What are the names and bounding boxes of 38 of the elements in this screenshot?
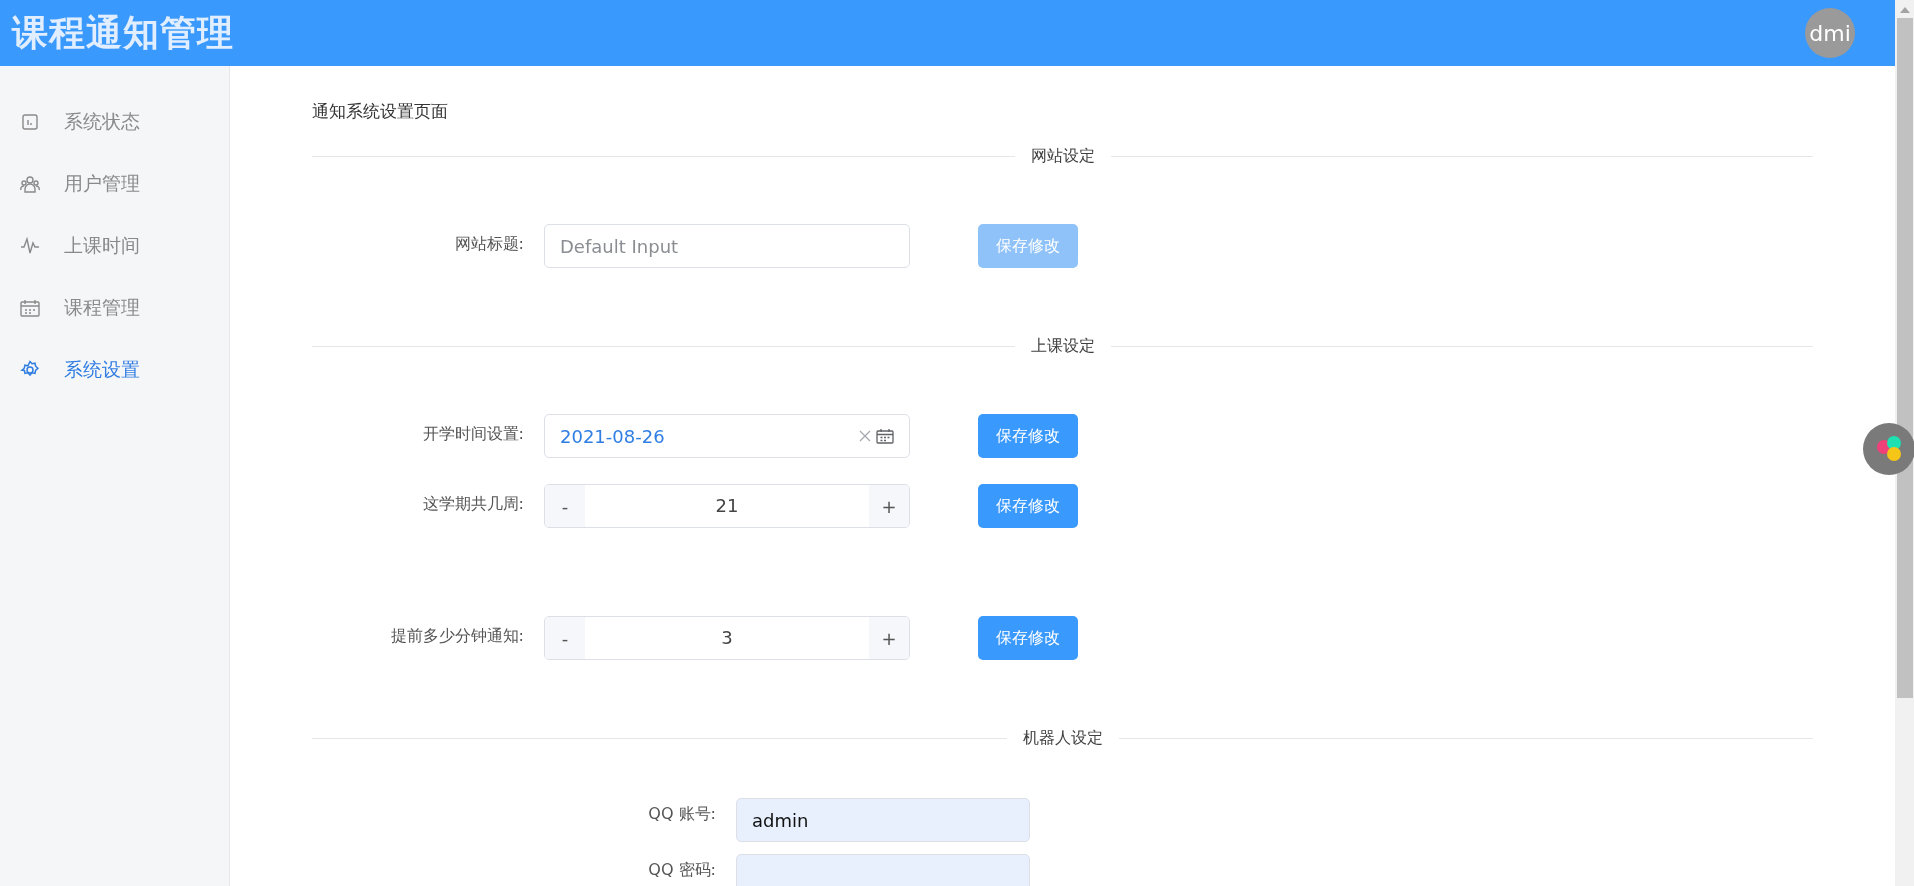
field-label: 网站标题: bbox=[453, 233, 525, 255]
section-title: 网站设定 bbox=[1029, 145, 1096, 167]
sidebar-item[interactable]: 上课时间 bbox=[0, 215, 229, 277]
calendar-icon bbox=[20, 299, 40, 317]
field-label: 开学时间设置: bbox=[421, 423, 525, 445]
field-label: 提前多少分钟通知: bbox=[389, 625, 525, 647]
sidebar-item[interactable]: 用户管理 bbox=[0, 153, 229, 215]
save-button[interactable]: 保存修改 bbox=[978, 414, 1078, 458]
close-icon[interactable] bbox=[858, 429, 872, 443]
calendar-icon[interactable] bbox=[876, 428, 894, 444]
section-title: 上课设定 bbox=[1029, 335, 1096, 357]
assistant-bubble-icon[interactable] bbox=[1863, 423, 1914, 475]
avatar[interactable]: dmi bbox=[1805, 8, 1855, 58]
number-stepper[interactable]: - 21 + bbox=[544, 484, 910, 528]
field-label: 这学期共几周: bbox=[421, 493, 525, 515]
increment-button[interactable]: + bbox=[869, 485, 909, 527]
pulse-icon bbox=[20, 237, 40, 255]
number-stepper[interactable]: - 3 + bbox=[544, 616, 910, 660]
sidebar-item[interactable]: 系统设置 bbox=[0, 339, 229, 401]
save-button[interactable]: 保存修改 bbox=[978, 616, 1078, 660]
sidebar-item[interactable]: 课程管理 bbox=[0, 277, 229, 339]
app-title: 课程通知管理 bbox=[12, 10, 234, 55]
decrement-button[interactable]: - bbox=[545, 617, 585, 659]
chart-icon bbox=[20, 113, 40, 131]
field-label: QQ 账号: bbox=[647, 803, 717, 825]
date-field[interactable]: 2021-08-26 bbox=[544, 414, 910, 458]
input-field[interactable] bbox=[736, 854, 1030, 886]
input-field[interactable]: Default Input bbox=[544, 224, 910, 268]
users-icon bbox=[20, 175, 40, 193]
increment-button[interactable]: + bbox=[869, 617, 909, 659]
input-field[interactable]: admin bbox=[736, 798, 1030, 842]
decrement-button[interactable]: - bbox=[545, 485, 585, 527]
save-button[interactable]: 保存修改 bbox=[978, 484, 1078, 528]
page-title: 通知系统设置页面 bbox=[312, 100, 449, 123]
section-title: 机器人设定 bbox=[1021, 727, 1104, 749]
field-label: QQ 密码: bbox=[647, 859, 717, 881]
sidebar-item[interactable]: 系统状态 bbox=[0, 91, 229, 153]
scroll-up-icon[interactable] bbox=[1898, 6, 1911, 14]
